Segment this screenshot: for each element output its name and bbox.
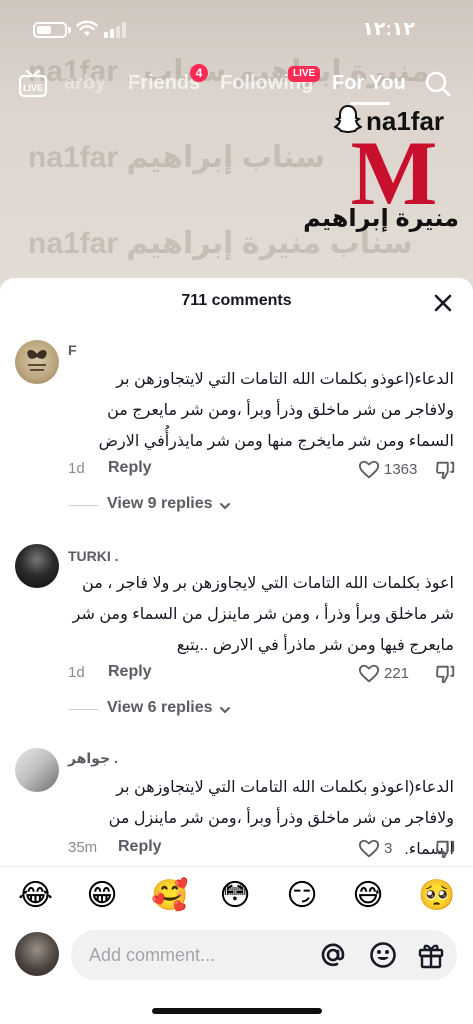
- emoji-picker-icon[interactable]: [368, 940, 398, 970]
- comment-username[interactable]: TURKI .: [68, 548, 119, 564]
- divider-line: [68, 505, 98, 506]
- comments-count: 711 comments: [181, 292, 292, 309]
- emoji-smiling-hearts[interactable]: 🥰: [151, 879, 188, 913]
- emoji-tears-of-joy[interactable]: 😂: [18, 879, 53, 913]
- dislike-icon[interactable]: [434, 459, 456, 481]
- comment-input-row: [0, 928, 473, 988]
- comment-time: 1d: [68, 460, 85, 477]
- mention-at-icon[interactable]: [318, 940, 348, 970]
- emoji-grin[interactable]: 😁: [85, 879, 119, 913]
- search-icon[interactable]: [424, 70, 452, 98]
- reply-button[interactable]: Reply: [108, 663, 152, 681]
- friends-badge: 4: [190, 64, 208, 82]
- heart-icon: [358, 664, 380, 683]
- dislike-icon[interactable]: [434, 663, 456, 685]
- comment-meta: 35m Reply 3: [68, 837, 458, 861]
- like-button[interactable]: 221: [358, 662, 420, 686]
- chevron-down-icon: [220, 707, 230, 714]
- like-count: 3: [384, 840, 393, 857]
- brand-m-logo: M: [351, 134, 438, 210]
- snapchat-ghost-icon: [334, 104, 362, 134]
- brand-name: na1far: [366, 106, 445, 136]
- divider-line: [68, 709, 98, 710]
- chevron-down-icon: [220, 503, 230, 510]
- emoji-quick-bar: 😂 😁 🥰 😳 😏 😅 🥺: [0, 866, 473, 928]
- comment-text: الدعاء(اعوذو بكلمات الله التامات التي لا…: [98, 371, 454, 450]
- like-count: 221: [384, 665, 410, 682]
- comment-text: اعوذ بكلمات الله التامات التي لايجاوزهن …: [72, 575, 454, 654]
- avatar[interactable]: [15, 544, 59, 588]
- close-icon[interactable]: [430, 290, 456, 316]
- comment-meta: 1d Reply 221: [68, 662, 458, 686]
- comment-username[interactable]: F: [68, 342, 77, 358]
- avatar[interactable]: [15, 748, 59, 792]
- like-button[interactable]: 3: [358, 837, 420, 861]
- status-time: ١٢:١٢: [362, 19, 415, 40]
- butterfly-icon: [27, 350, 47, 371]
- view-replies-label: View 9 replies: [107, 495, 213, 512]
- tab-for-you[interactable]: For You: [332, 72, 406, 95]
- reply-button[interactable]: Reply: [118, 838, 162, 856]
- svg-text:LIVE: LIVE: [23, 83, 43, 93]
- tab-nearby[interactable]: arby: [64, 72, 106, 95]
- comment-time: 1d: [68, 664, 85, 681]
- watermark-text: na1far سناب إبراهيم: [28, 141, 325, 174]
- emoji-pleading[interactable]: 🥺: [418, 879, 455, 913]
- wifi-icon: [76, 20, 98, 36]
- sheet-header: 711 comments: [0, 278, 473, 326]
- heart-icon: [358, 460, 380, 479]
- comment-time: 35m: [68, 839, 98, 856]
- signal-icon: [104, 22, 126, 38]
- reply-button[interactable]: Reply: [108, 459, 152, 477]
- view-replies-label: View 6 replies: [107, 699, 213, 716]
- like-count: 1363: [384, 461, 418, 478]
- like-button[interactable]: 1363: [358, 458, 420, 482]
- gift-icon[interactable]: [416, 940, 446, 970]
- comment-username[interactable]: جواهر .: [68, 750, 118, 767]
- emoji-smirk[interactable]: 😏: [285, 879, 319, 913]
- avatar[interactable]: [15, 340, 59, 384]
- home-indicator: [152, 1008, 322, 1014]
- status-bar: ١٢:١٢: [0, 0, 473, 44]
- brand-arabic-name: منيرة إبراهيم: [303, 205, 459, 232]
- comment-input[interactable]: [71, 930, 457, 980]
- emoji-flushed[interactable]: 😳: [218, 879, 252, 913]
- battery-tip: [68, 27, 71, 33]
- my-avatar[interactable]: [15, 932, 59, 976]
- video-background[interactable]: na1far , منيرة إبراهيم سناب na1far سناب …: [0, 0, 473, 290]
- following-live-badge: LIVE: [288, 66, 321, 82]
- top-nav: LIVE arby Friends 4 Following LIVE For Y…: [0, 64, 473, 108]
- heart-icon: [358, 839, 380, 858]
- comment-meta: 1d Reply 1363: [68, 458, 458, 482]
- brand-letter: M: [351, 134, 438, 210]
- dislike-icon[interactable]: [434, 838, 456, 860]
- battery-icon: [33, 22, 67, 38]
- live-tv-icon[interactable]: LIVE: [18, 68, 48, 100]
- emoji-sweat-smile[interactable]: 😅: [351, 879, 385, 913]
